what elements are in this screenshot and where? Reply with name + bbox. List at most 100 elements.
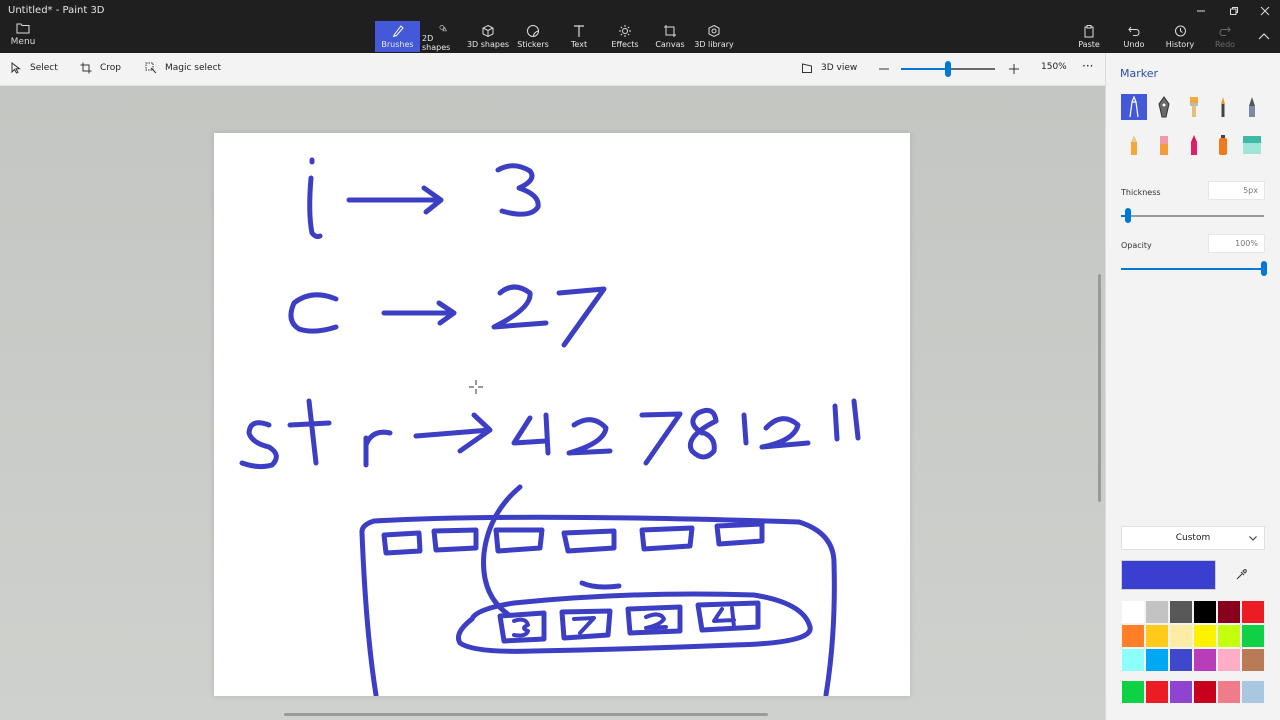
color-swatch[interactable]: [1217, 680, 1241, 704]
more-icon: ···: [1082, 59, 1094, 73]
magic-select-tool[interactable]: Magic select: [145, 62, 221, 74]
menu-label: Menu: [10, 37, 36, 47]
3d-view-toggle[interactable]: 3D view: [801, 62, 857, 74]
select-tool[interactable]: Select: [10, 62, 58, 74]
opacity-input[interactable]: 100%: [1208, 234, 1265, 253]
color-swatch[interactable]: [1241, 624, 1265, 648]
eyedropper-icon: [1236, 569, 1247, 580]
color-swatch[interactable]: [1169, 680, 1193, 704]
zoom-slider-thumb[interactable]: [945, 61, 951, 77]
calligraphy-pen-icon: [1158, 96, 1170, 118]
window-title: Untitled* - Paint 3D: [8, 5, 105, 16]
color-swatch[interactable]: [1121, 648, 1145, 672]
brush-eraser[interactable]: [1151, 132, 1177, 158]
tab-effects[interactable]: Effects: [606, 21, 644, 52]
stroke-letter-s: [239, 420, 279, 470]
minus-icon: [879, 68, 889, 70]
brush-marker[interactable]: [1121, 94, 1147, 120]
zoom-in-button[interactable]: [1008, 63, 1028, 75]
brush-pixel-pen[interactable]: [1239, 94, 1265, 120]
color-swatch[interactable]: [1145, 600, 1169, 624]
undo-button[interactable]: Undo: [1119, 21, 1149, 52]
select-label: Select: [30, 63, 58, 73]
color-swatch[interactable]: [1169, 600, 1193, 624]
color-swatch[interactable]: [1241, 600, 1265, 624]
opacity-slider-fill: [1121, 268, 1264, 270]
stroke-digit-2d: [644, 612, 668, 630]
panel-title: Marker: [1120, 67, 1159, 80]
thickness-slider-thumb[interactable]: [1125, 208, 1131, 223]
brush-pencil[interactable]: [1121, 132, 1147, 158]
brush-crayon[interactable]: [1181, 132, 1207, 158]
zoom-slider[interactable]: [901, 61, 995, 77]
color-swatch[interactable]: [1193, 624, 1217, 648]
menu-button[interactable]: Menu: [6, 22, 40, 52]
tab-brushes[interactable]: Brushes: [375, 21, 420, 52]
color-swatch[interactable]: [1121, 680, 1145, 704]
brush-oil[interactable]: [1181, 94, 1207, 120]
color-palette: [1121, 600, 1265, 672]
tab-stickers[interactable]: Stickers: [514, 21, 552, 52]
stroke-tick: [579, 580, 622, 590]
color-swatch[interactable]: [1217, 600, 1241, 624]
tab-text[interactable]: Text: [560, 21, 598, 52]
handwritten-drawing: [239, 157, 861, 696]
color-swatch[interactable]: [1145, 680, 1169, 704]
stroke-letter-c: [288, 292, 339, 334]
current-color-swatch[interactable]: [1121, 560, 1216, 590]
tab-label: 2D shapes: [422, 34, 451, 52]
redo-button[interactable]: Redo: [1210, 21, 1240, 52]
opacity-slider-thumb[interactable]: [1261, 261, 1267, 276]
tab-canvas[interactable]: Canvas: [652, 21, 688, 52]
stroke-small-box-2: [431, 527, 479, 553]
history-button[interactable]: History: [1162, 21, 1198, 52]
secondary-toolbar: Select Crop Magic select 3D view 150% ··…: [0, 53, 1105, 86]
tab-label: 3D shapes: [466, 40, 510, 49]
color-swatch[interactable]: [1121, 624, 1145, 648]
color-swatch[interactable]: [1193, 680, 1217, 704]
color-swatch[interactable]: [1169, 648, 1193, 672]
color-swatch[interactable]: [1169, 624, 1193, 648]
color-swatch[interactable]: [1121, 600, 1145, 624]
close-button[interactable]: [1250, 0, 1280, 22]
paste-icon: [1084, 25, 1094, 38]
paste-button[interactable]: Paste: [1074, 21, 1104, 52]
minimize-button[interactable]: [1186, 0, 1216, 22]
collapse-panel-button[interactable]: [1254, 21, 1274, 52]
title-and-ribbon-bar: Untitled* - Paint 3D Menu Brushes 2D sha…: [0, 0, 1280, 53]
vertical-scrollbar[interactable]: [1098, 274, 1101, 502]
color-mode-dropdown[interactable]: Custom: [1121, 526, 1265, 550]
eyedropper-button[interactable]: [1228, 564, 1254, 586]
color-swatch[interactable]: [1145, 624, 1169, 648]
drawing-canvas[interactable]: [214, 133, 910, 696]
brush-calligraphy-pen[interactable]: [1151, 94, 1177, 120]
color-swatch[interactable]: [1241, 648, 1265, 672]
restore-button[interactable]: [1219, 0, 1249, 22]
color-swatch[interactable]: [1241, 680, 1265, 704]
more-options-button[interactable]: ···: [1082, 59, 1093, 73]
chevron-down-icon: [1249, 536, 1257, 541]
color-swatch[interactable]: [1217, 624, 1241, 648]
zoom-level[interactable]: 150%: [1041, 62, 1067, 72]
brush-watercolor[interactable]: [1210, 94, 1236, 120]
color-swatch[interactable]: [1145, 648, 1169, 672]
stroke-digit-1b: [832, 403, 840, 442]
horizontal-scrollbar[interactable]: [284, 713, 768, 716]
color-swatch[interactable]: [1193, 648, 1217, 672]
stroke-outer-box: [359, 514, 837, 696]
plus-icon: [1009, 64, 1019, 74]
zoom-out-button[interactable]: [878, 63, 898, 75]
stroke-digit-2a: [491, 284, 549, 330]
zoom-slider-fill: [901, 68, 948, 70]
brush-fill[interactable]: [1239, 132, 1265, 158]
thickness-input[interactable]: 5px: [1208, 181, 1265, 200]
tab-2d-shapes[interactable]: 2D shapes: [422, 21, 464, 52]
opacity-slider[interactable]: [1121, 261, 1267, 276]
brush-spray-can[interactable]: [1210, 132, 1236, 158]
thickness-slider[interactable]: [1121, 208, 1264, 223]
color-swatch[interactable]: [1217, 648, 1241, 672]
tab-3d-shapes[interactable]: 3D shapes: [466, 21, 510, 52]
tab-3d-library[interactable]: 3D library: [694, 21, 734, 52]
crop-tool[interactable]: Crop: [80, 62, 121, 74]
color-swatch[interactable]: [1193, 600, 1217, 624]
